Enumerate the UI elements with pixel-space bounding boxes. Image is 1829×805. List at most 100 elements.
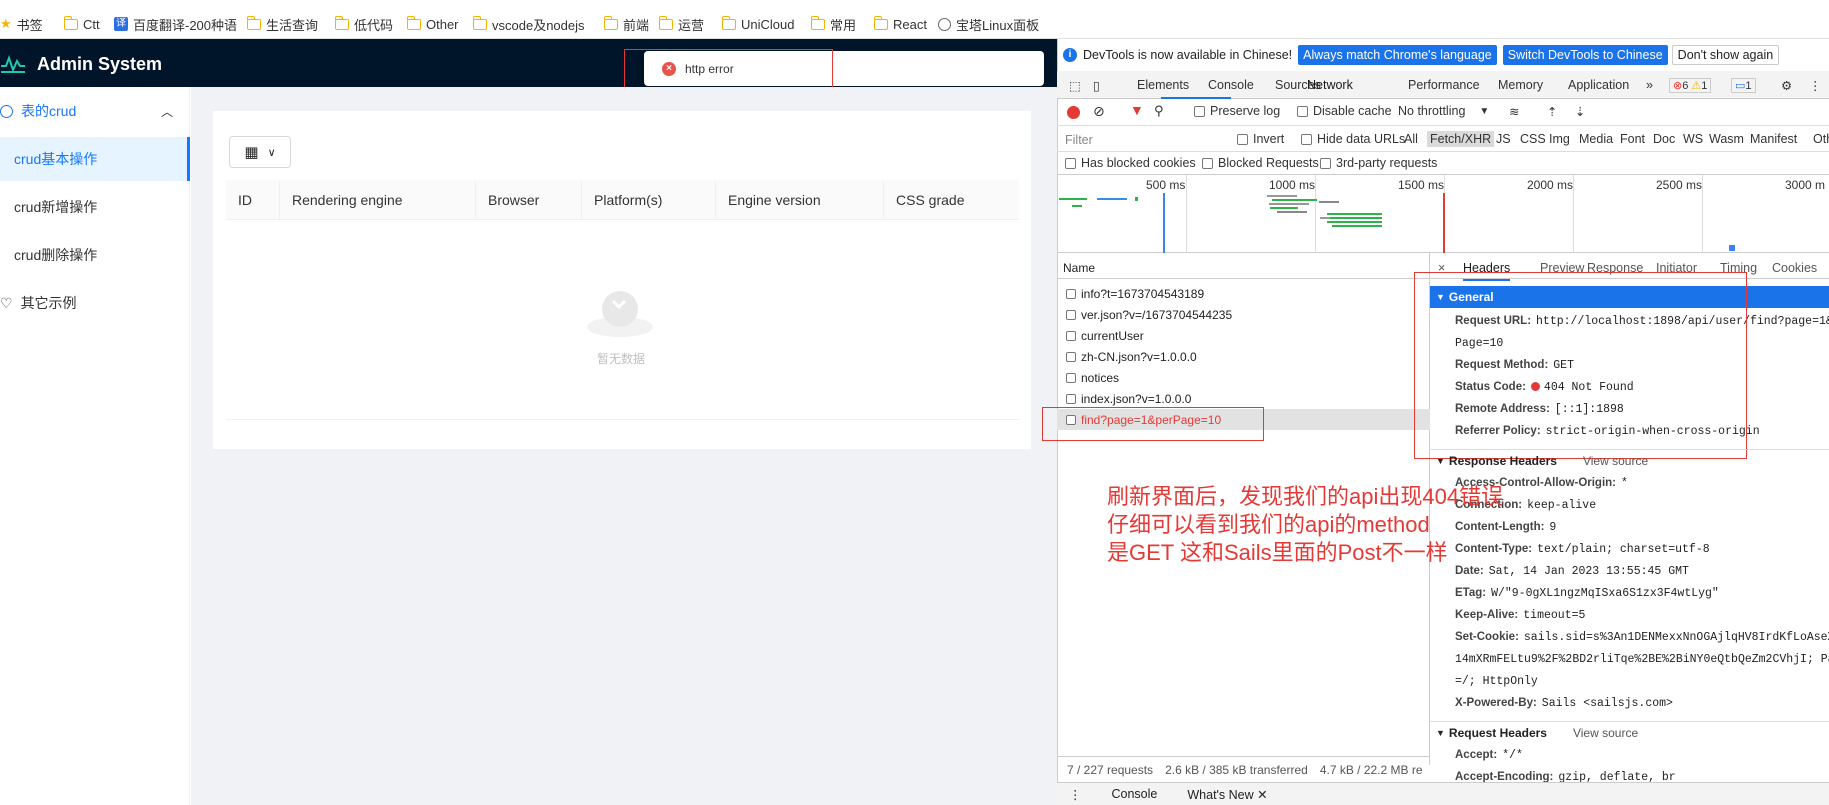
dont-show-again-button[interactable]: Don't show again (1671, 45, 1780, 65)
type-filter-fetch-xhr[interactable]: Fetch/XHR (1427, 131, 1495, 147)
record-icon[interactable] (1067, 106, 1080, 119)
view-source-link[interactable]: View source (1573, 726, 1638, 740)
bookmark-star[interactable]: ★ 书签 (0, 15, 43, 33)
view-source-link[interactable]: View source (1583, 454, 1648, 468)
close-icon[interactable]: ✕ (1257, 788, 1267, 802)
checkbox-box (1237, 133, 1248, 145)
import-har-icon[interactable]: ⇡ (1547, 104, 1557, 119)
sidebar-item-crud-add[interactable]: crud新增操作 (0, 185, 190, 229)
blocked-requests-checkbox[interactable]: Blocked Requests (1202, 156, 1319, 170)
column-header[interactable]: ID (226, 180, 280, 220)
type-filter-font[interactable]: Font (1620, 132, 1645, 146)
search-icon[interactable]: ⚲ (1154, 103, 1164, 119)
issues-counter[interactable]: ⊗6 ⚠1 (1669, 78, 1712, 93)
type-filter-doc[interactable]: Doc (1653, 132, 1675, 146)
bookmark-item[interactable]: Ctt (63, 15, 100, 33)
request-count: 7 / 227 requests (1067, 762, 1154, 777)
hide-data-urls-checkbox[interactable]: Hide data URLs (1301, 132, 1405, 146)
column-header[interactable]: CSS grade (884, 180, 1019, 220)
export-har-icon[interactable]: ⇣ (1575, 104, 1585, 119)
tab-network[interactable]: Network (1307, 78, 1353, 92)
tab-application[interactable]: Application (1568, 78, 1629, 92)
filter-input[interactable]: Filter (1065, 133, 1093, 147)
messages-counter[interactable]: ▭1 (1731, 78, 1756, 93)
filter-icon[interactable]: ▼ (1130, 102, 1144, 118)
bookmark-item[interactable]: 生活查询 (246, 15, 318, 33)
infobar-text: DevTools is now available in Chinese! (1083, 48, 1293, 62)
sidebar-item-other-examples[interactable]: ♡ 其它示例 (0, 281, 190, 325)
bookmark-item[interactable]: 运营 (658, 15, 704, 33)
filter-bar: Filter Invert Hide data URLs All Fetch/X… (1057, 127, 1829, 152)
has-blocked-cookies-checkbox[interactable]: Has blocked cookies (1065, 156, 1196, 170)
clear-icon[interactable]: ⊘ (1093, 103, 1105, 120)
type-filter-media[interactable]: Media (1579, 132, 1613, 146)
bookmark-item[interactable]: Other (406, 15, 459, 33)
bookmark-item[interactable]: UniCloud (721, 15, 794, 33)
drawer-tab-console[interactable]: Console (1112, 787, 1158, 801)
name-column-header[interactable]: Name (1057, 253, 1430, 279)
switch-chinese-button[interactable]: Switch DevTools to Chinese (1502, 45, 1668, 65)
request-headers-section-header[interactable]: ▼ Request Headers View source (1430, 721, 1829, 743)
timeline-tick: 3000 m (1785, 178, 1826, 192)
invert-checkbox[interactable]: Invert (1237, 132, 1284, 146)
bookmark-item[interactable]: 前端 (603, 15, 649, 33)
bookmark-item[interactable]: 宝塔Linux面板 (938, 15, 1039, 33)
request-row[interactable]: ver.json?v=/1673704544235 (1066, 304, 1232, 325)
bookmark-item[interactable]: 常用 (810, 15, 856, 33)
type-filter-img[interactable]: Img (1549, 132, 1570, 146)
type-filter-manifest[interactable]: Manifest (1750, 132, 1797, 146)
sidebar-item-crud-delete[interactable]: crud删除操作 (0, 233, 190, 277)
network-conditions-icon[interactable]: ≋ (1509, 104, 1519, 119)
request-row[interactable]: zh-CN.json?v=1.0.0.0 (1066, 346, 1197, 367)
preserve-log-checkbox[interactable]: Preserve log (1194, 104, 1280, 118)
tab-elements[interactable]: Elements (1137, 78, 1189, 92)
bookmark-item[interactable]: vscode及nodejs (472, 15, 585, 33)
checkbox-box (1066, 288, 1076, 299)
sidebar-item-crud-basic[interactable]: crud基本操作 (0, 137, 190, 181)
bookmark-item[interactable]: React (873, 15, 927, 33)
request-row[interactable]: index.json?v=1.0.0.0 (1066, 388, 1191, 409)
type-filter-css[interactable]: CSS (1520, 132, 1546, 146)
request-row[interactable]: currentUser (1066, 325, 1144, 346)
column-settings-button[interactable]: ▦ ∨ (229, 136, 291, 168)
bookmark-item[interactable]: 译百度翻译-200种语 (114, 15, 237, 33)
tab-performance[interactable]: Performance (1408, 78, 1480, 92)
column-header[interactable]: Rendering engine (280, 180, 476, 220)
type-filter-all[interactable]: All (1404, 132, 1418, 146)
tab-cookies[interactable]: Cookies (1772, 261, 1817, 275)
devtools-drawer: ⋮ Console What's New ✕ (1057, 782, 1829, 805)
response-headers-section-header[interactable]: ▼ Response Headers View source (1430, 449, 1829, 471)
devtools-tabs: ⬚ ▯ Elements Console Sources Network Per… (1057, 71, 1829, 99)
header-row-cont: =/; HttpOnly (1455, 675, 1538, 688)
column-header[interactable]: Engine version (716, 180, 884, 220)
match-language-button[interactable]: Always match Chrome's language (1298, 45, 1497, 65)
request-row[interactable]: info?t=1673704543189 (1066, 283, 1204, 304)
request-row[interactable]: notices (1066, 367, 1119, 388)
column-header[interactable]: Browser (476, 180, 582, 220)
column-header[interactable]: Platform(s) (582, 180, 716, 220)
disable-cache-checkbox[interactable]: Disable cache (1297, 104, 1392, 118)
device-toolbar-icon[interactable]: ▯ (1093, 78, 1100, 93)
tab-memory[interactable]: Memory (1498, 78, 1543, 92)
header-row: Keep-Alive: timeout=5 (1455, 609, 1586, 622)
bookmark-item[interactable]: 低代码 (334, 15, 393, 33)
kebab-menu-icon[interactable]: ⋮ (1809, 78, 1822, 93)
type-filter-other[interactable]: Oth (1813, 132, 1829, 146)
drawer-tab-whats-new[interactable]: What's New ✕ (1187, 787, 1267, 802)
gear-icon[interactable]: ⚙ (1781, 78, 1792, 93)
tab-console[interactable]: Console (1208, 78, 1254, 92)
more-tabs-button[interactable]: » (1646, 78, 1653, 92)
dashboard-icon (0, 104, 13, 118)
type-filter-wasm[interactable]: Wasm (1709, 132, 1744, 146)
filter-bar-2: Has blocked cookies Blocked Requests 3rd… (1057, 152, 1829, 175)
type-filter-ws[interactable]: WS (1683, 132, 1703, 146)
drawer-menu-icon[interactable]: ⋮ (1069, 787, 1082, 802)
inspect-icon[interactable]: ⬚ (1069, 78, 1081, 93)
folder-icon (873, 15, 888, 30)
checkbox-box (1066, 309, 1076, 320)
third-party-checkbox[interactable]: 3rd-party requests (1320, 156, 1437, 170)
folder-icon (406, 15, 421, 30)
sidebar-group-crud[interactable]: 表的crud ︿ (0, 89, 190, 133)
type-filter-js[interactable]: JS (1496, 132, 1511, 146)
throttling-select[interactable]: No throttling ▼ (1398, 104, 1489, 118)
